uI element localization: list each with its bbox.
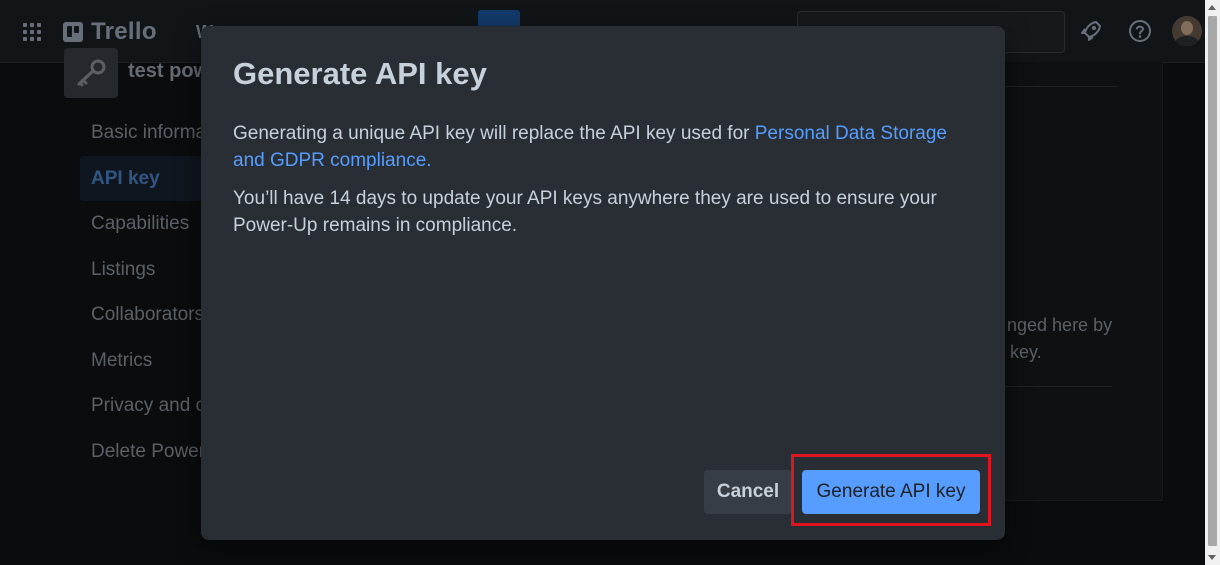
cancel-button[interactable]: Cancel bbox=[704, 470, 792, 514]
scroll-up-arrow-icon[interactable] bbox=[1208, 5, 1216, 10]
page-scrollbar[interactable] bbox=[1205, 0, 1220, 565]
scroll-thumb[interactable] bbox=[1208, 16, 1217, 546]
dialog-paragraph-1: Generating a unique API key will replace… bbox=[233, 120, 973, 174]
generate-api-key-dialog: Generate API key Generating a unique API… bbox=[201, 26, 1005, 540]
dialog-body: Generating a unique API key will replace… bbox=[233, 120, 973, 250]
dialog-paragraph-2: You’ll have 14 days to update your API k… bbox=[233, 188, 937, 236]
dialog-paragraph-1-text: Generating a unique API key will replace… bbox=[233, 123, 755, 144]
scroll-down-arrow-icon[interactable] bbox=[1208, 555, 1216, 560]
generate-api-key-button[interactable]: Generate API key bbox=[802, 470, 980, 514]
dialog-title: Generate API key bbox=[233, 56, 487, 91]
